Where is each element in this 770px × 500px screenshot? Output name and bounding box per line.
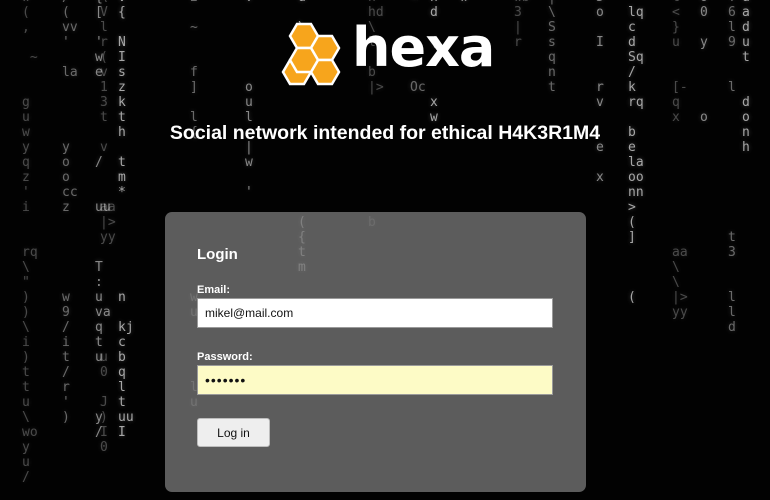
- email-label: Email:: [197, 284, 231, 296]
- login-card: Login Email: Password: Log in: [165, 212, 586, 492]
- email-field[interactable]: [197, 298, 553, 328]
- matrix-column: u a d u t d o n h: [742, 0, 750, 155]
- matrix-column: Y 6 l 9 l t 3 l l d: [728, 0, 736, 335]
- matrix-column: / ( vv ' la y o o cc z w 9 / i t / r ' ): [62, 0, 78, 425]
- matrix-column: w ( , ~ g u w y q z ' i rq \ " ) ) \ i )…: [22, 0, 38, 485]
- login-button[interactable]: Log in: [197, 418, 270, 447]
- matrix-column: 5 o I r v e x: [596, 0, 604, 185]
- matrix-column: o 0 y o: [700, 0, 708, 125]
- matrix-column: \ V l r ( v 1 3 t v aa |> yy u 0 J ) I 0: [100, 0, 116, 455]
- password-label: Password:: [197, 351, 253, 363]
- matrix-column: v { N I s z k t h t m * n kj c b q l t u…: [118, 0, 134, 440]
- tagline: Social network intended for ethical H4K3…: [169, 122, 601, 144]
- hexa-logo: hexa: [279, 16, 495, 86]
- matrix-column: t < } u [- q x aa \ \ |> yy: [672, 0, 688, 320]
- password-field[interactable]: [197, 365, 553, 395]
- brand-name: hexa: [352, 16, 495, 79]
- matrix-column: lq c d Sq / k rq b e la oo nn > ( ] (: [628, 5, 644, 305]
- login-title: Login: [197, 246, 238, 263]
- honeycomb-logo-icon: [281, 22, 341, 86]
- login-page: w ( , ~ g u w y q z ' i rq \ " ) ) \ i )…: [0, 0, 770, 500]
